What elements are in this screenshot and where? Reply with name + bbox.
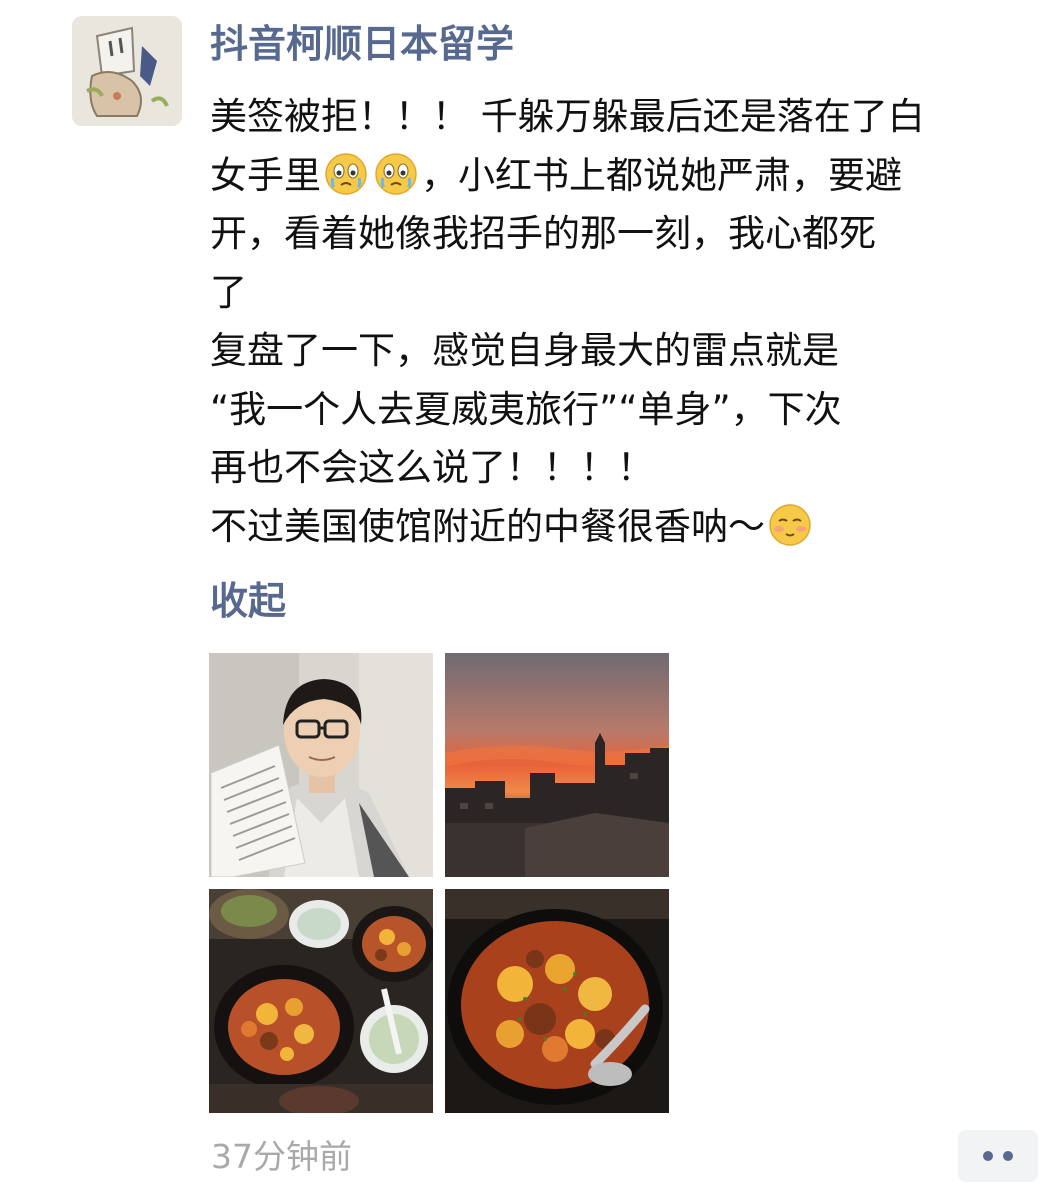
post-photo-sunset[interactable] <box>445 653 669 877</box>
post-line: 再也不会这么说了！！！！ <box>210 446 654 489</box>
pleading-face-emoji-icon <box>768 503 812 547</box>
post-line-text: ，小红书上都说她严肃，要避 <box>421 153 902 197</box>
post-line-text: 不过美国使馆附近的中餐很香呐～ <box>210 504 765 548</box>
post-photo-selfie[interactable] <box>209 653 433 877</box>
post-line: 女手里 ，小红书上都说她严肃，要避 <box>210 147 1040 206</box>
more-dots-icon <box>1003 1151 1013 1161</box>
more-actions-button[interactable] <box>958 1130 1038 1182</box>
collapse-text-link[interactable]: 收起 <box>210 573 286 629</box>
post-author-name[interactable]: 抖音柯顺日本留学 <box>210 18 514 70</box>
post-timestamp: 37分钟前 <box>211 1137 352 1176</box>
post-line: 不过美国使馆附近的中餐很香呐～ <box>210 498 1040 557</box>
post-photo-dishes[interactable] <box>209 889 433 1113</box>
crying-face-emoji-icon <box>374 152 418 196</box>
post-line: 美签被拒！！！ 千躲万躲最后还是落在了白 <box>210 95 925 138</box>
post-line: 复盘了一下，感觉自身最大的雷点就是 <box>210 329 839 372</box>
post-line: 开，看着她像我招手的那一刻，我心都死 <box>210 212 876 255</box>
avatar[interactable] <box>72 16 182 126</box>
post-line-text: 女手里 <box>210 153 321 197</box>
crying-face-emoji-icon <box>324 152 368 196</box>
post-line: 了 <box>210 270 247 314</box>
post-photo-stew[interactable] <box>445 889 669 1113</box>
more-dots-icon <box>983 1151 993 1161</box>
post-line: “我一个人去夏威夷旅行”“单身”，下次 <box>210 387 842 431</box>
moments-post: 抖音柯顺日本留学 美签被拒！！！ 千躲万躲最后还是落在了白 女手里 ，小红书上都… <box>0 0 1050 1200</box>
post-body: 美签被拒！！！ 千躲万躲最后还是落在了白 女手里 ，小红书上都说她严肃，要避 开… <box>210 88 1040 556</box>
